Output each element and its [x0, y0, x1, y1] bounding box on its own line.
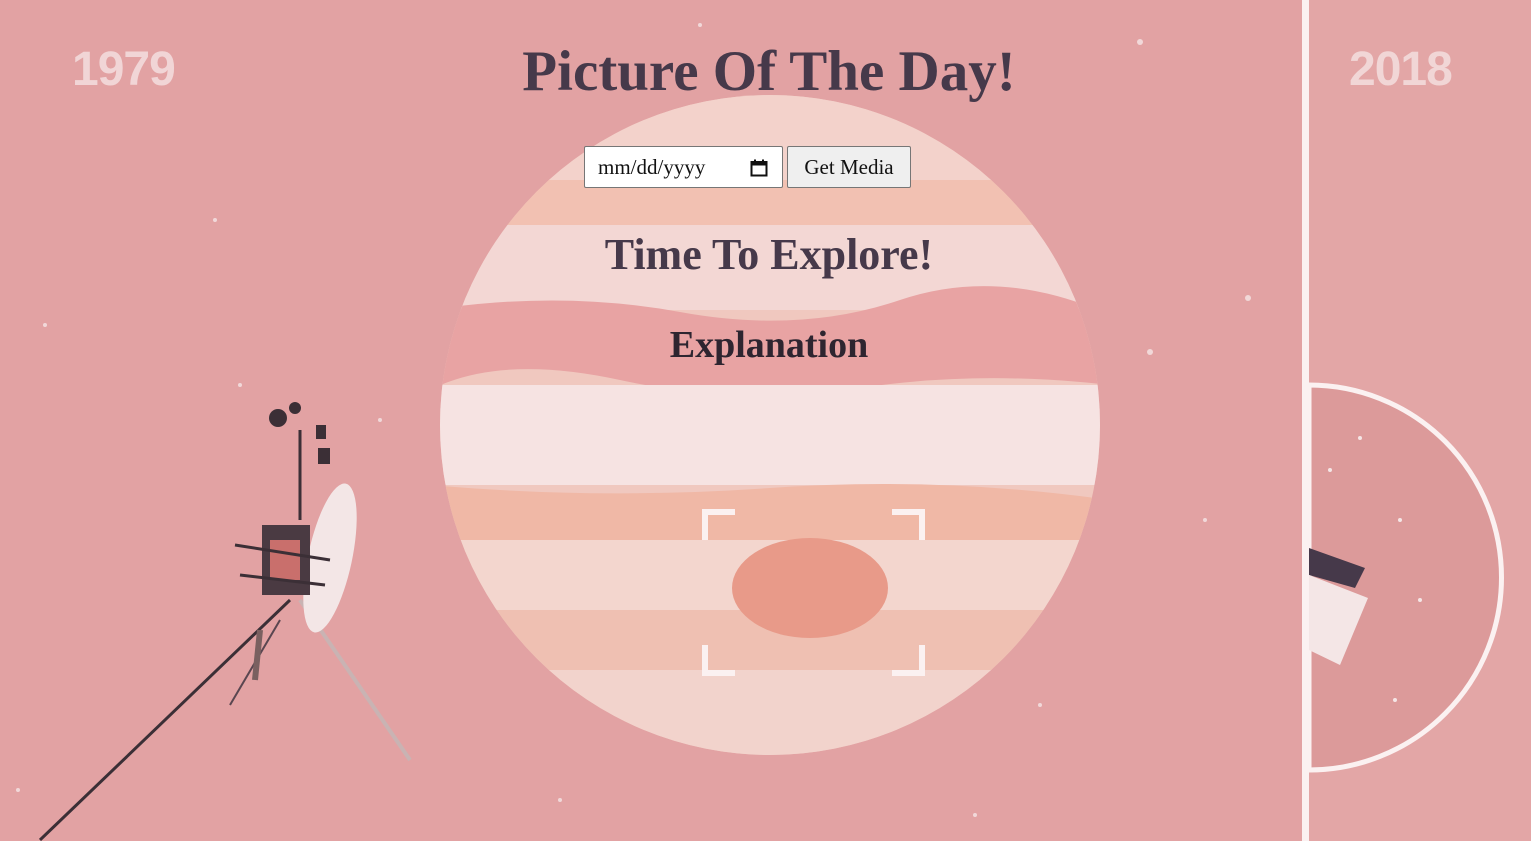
explanation-heading: Explanation	[669, 324, 869, 366]
panel-divider	[1302, 0, 1309, 841]
explore-heading: Time To Explore!	[604, 230, 934, 279]
date-input[interactable]: mm/dd/yyyy	[584, 146, 783, 188]
date-placeholder: mm/dd/yyyy	[598, 154, 706, 179]
calendar-icon[interactable]	[750, 158, 768, 177]
get-media-button[interactable]: Get Media	[787, 146, 911, 188]
page-title: Picture Of The Day!	[522, 40, 1016, 103]
date-controls: mm/dd/yyyy Get Media	[584, 146, 911, 188]
